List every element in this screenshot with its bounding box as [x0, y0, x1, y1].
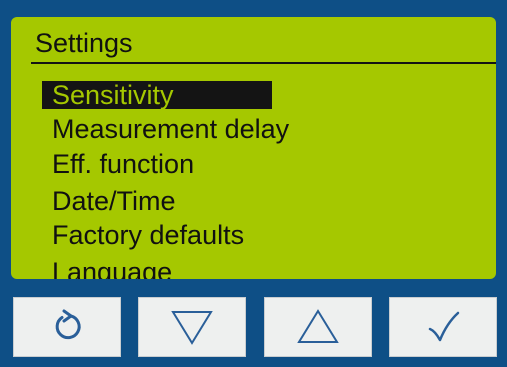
menu-item-date-time[interactable]: Date/Time: [42, 185, 176, 218]
menu-item-label: Date/Time: [52, 186, 176, 216]
button-row: [13, 297, 497, 357]
menu-item-sensitivity[interactable]: Sensitivity: [42, 81, 272, 109]
menu-item-label: Language: [52, 257, 173, 279]
lcd-screen: Settings Sensitivity Measurement delay E…: [11, 17, 496, 279]
menu-item-label: Eff. function: [52, 149, 195, 179]
menu-item-label: Factory defaults: [52, 220, 245, 250]
down-triangle-icon: [170, 307, 214, 347]
checkmark-icon: [423, 307, 463, 347]
back-rotate-icon: [47, 307, 87, 347]
menu-item-eff-function[interactable]: Eff. function: [42, 148, 194, 181]
page-title: Settings: [35, 28, 133, 58]
up-button[interactable]: [264, 297, 372, 357]
device-panel: Settings Sensitivity Measurement delay E…: [0, 0, 507, 367]
down-button[interactable]: [138, 297, 246, 357]
menu-item-factory-defaults[interactable]: Factory defaults: [42, 219, 244, 252]
back-button[interactable]: [13, 297, 121, 357]
up-triangle-icon: [296, 307, 340, 347]
menu-item-measurement-delay[interactable]: Measurement delay: [42, 113, 289, 146]
menu-item-label: Sensitivity: [52, 80, 174, 110]
confirm-button[interactable]: [389, 297, 497, 357]
title-divider: [31, 62, 496, 64]
menu-item-label: Measurement delay: [52, 114, 290, 144]
menu-item-language[interactable]: Language: [42, 256, 172, 279]
